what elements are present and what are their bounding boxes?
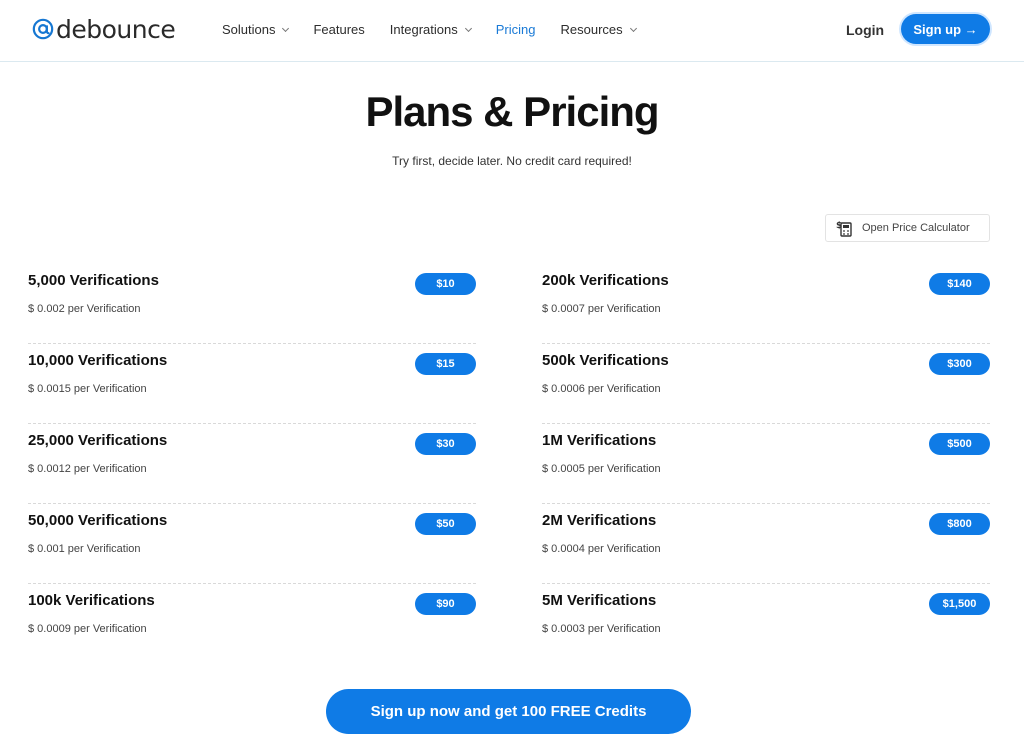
plan-price-badge[interactable]: $50: [415, 513, 476, 535]
page-subtitle: Try first, decide later. No credit card …: [392, 154, 632, 168]
nav-integrations[interactable]: Integrations: [389, 22, 472, 37]
plan-name: 50,000 Verifications: [28, 512, 168, 529]
price-calculator-button[interactable]: $ Open Price Calculator: [825, 214, 990, 242]
plan-rate: $ 0.0007 per Verification: [542, 303, 661, 315]
plan-row: 2M Verifications $ 0.0004 per Verificati…: [542, 504, 990, 584]
main-nav: Solutions Features Integrations Pricing …: [222, 22, 661, 37]
brand-logo[interactable]: debounce: [32, 13, 176, 45]
page-title: Plans & Pricing: [365, 88, 659, 135]
plan-name: 5M Verifications: [542, 592, 657, 609]
at-sign-icon: [32, 18, 54, 40]
plan-row: 5,000 Verifications $ 0.002 per Verifica…: [28, 264, 476, 344]
plan-name: 10,000 Verifications: [28, 352, 168, 369]
plan-row: 50,000 Verifications $ 0.001 per Verific…: [28, 504, 476, 584]
plan-row: 500k Verifications $ 0.0006 per Verifica…: [542, 344, 990, 424]
plan-row: 10,000 Verifications $ 0.0015 per Verifi…: [28, 344, 476, 424]
brand-name: debounce: [56, 14, 176, 44]
nav-resources-label: Resources: [560, 22, 623, 37]
nav-pricing[interactable]: Pricing: [496, 22, 536, 37]
plan-rate: $ 0.002 per Verification: [28, 303, 141, 315]
plans-column-right: 200k Verifications $ 0.0007 per Verifica…: [542, 264, 990, 664]
plan-name: 25,000 Verifications: [28, 432, 168, 449]
price-calculator-label: Open Price Calculator: [862, 222, 970, 234]
plan-price-badge[interactable]: $30: [415, 433, 476, 455]
chevron-down-icon: [282, 24, 290, 32]
nav-features[interactable]: Features: [313, 22, 364, 37]
plan-rate: $ 0.0015 per Verification: [28, 383, 147, 395]
plan-name: 100k Verifications: [28, 592, 155, 609]
plan-price-badge[interactable]: $90: [415, 593, 476, 615]
plan-rate: $ 0.0003 per Verification: [542, 623, 661, 635]
plan-rate: $ 0.0009 per Verification: [28, 623, 147, 635]
plan-price-badge[interactable]: $10: [415, 273, 476, 295]
login-link[interactable]: Login: [846, 22, 884, 38]
plan-price-badge[interactable]: $300: [929, 353, 990, 375]
plan-rate: $ 0.0012 per Verification: [28, 463, 147, 475]
plan-name: 2M Verifications: [542, 512, 657, 529]
plan-name: 500k Verifications: [542, 352, 669, 369]
nav-pricing-label: Pricing: [495, 22, 536, 37]
plan-price-badge[interactable]: $800: [929, 513, 990, 535]
nav-solutions-label: Solutions: [222, 22, 276, 37]
calculator-dollar-icon: $: [836, 221, 852, 237]
plan-name: 1M Verifications: [542, 432, 657, 449]
site-header: debounce Solutions Features Integrations…: [0, 0, 1024, 62]
plan-rate: $ 0.001 per Verification: [28, 543, 141, 555]
plan-row: 5M Verifications $ 0.0003 per Verificati…: [542, 584, 990, 664]
plan-row: 200k Verifications $ 0.0007 per Verifica…: [542, 264, 990, 344]
plans-column-left: 5,000 Verifications $ 0.002 per Verifica…: [28, 264, 476, 664]
nav-resources[interactable]: Resources: [560, 22, 637, 37]
plan-rate: $ 0.0006 per Verification: [542, 383, 661, 395]
svg-text:$: $: [836, 221, 842, 231]
nav-integrations-label: Integrations: [389, 22, 458, 37]
chevron-down-icon: [629, 24, 637, 32]
plan-row: 1M Verifications $ 0.0005 per Verificati…: [542, 424, 990, 504]
plan-name: 5,000 Verifications: [28, 272, 159, 289]
signup-cta-button[interactable]: Sign up now and get 100 FREE Credits: [326, 689, 691, 734]
plan-price-badge[interactable]: $500: [929, 433, 990, 455]
chevron-down-icon: [464, 24, 472, 32]
plan-row: 25,000 Verifications $ 0.0012 per Verifi…: [28, 424, 476, 504]
plan-rate: $ 0.0004 per Verification: [542, 543, 661, 555]
plan-price-badge[interactable]: $15: [415, 353, 476, 375]
plan-row: 100k Verifications $ 0.0009 per Verifica…: [28, 584, 476, 664]
plan-price-badge[interactable]: $1,500: [929, 593, 990, 615]
plan-name: 200k Verifications: [542, 272, 669, 289]
nav-solutions[interactable]: Solutions: [222, 22, 290, 37]
plan-price-badge[interactable]: $140: [929, 273, 990, 295]
nav-features-label: Features: [313, 22, 365, 37]
plan-rate: $ 0.0005 per Verification: [542, 463, 661, 475]
signup-button[interactable]: Sign up →: [901, 14, 990, 44]
